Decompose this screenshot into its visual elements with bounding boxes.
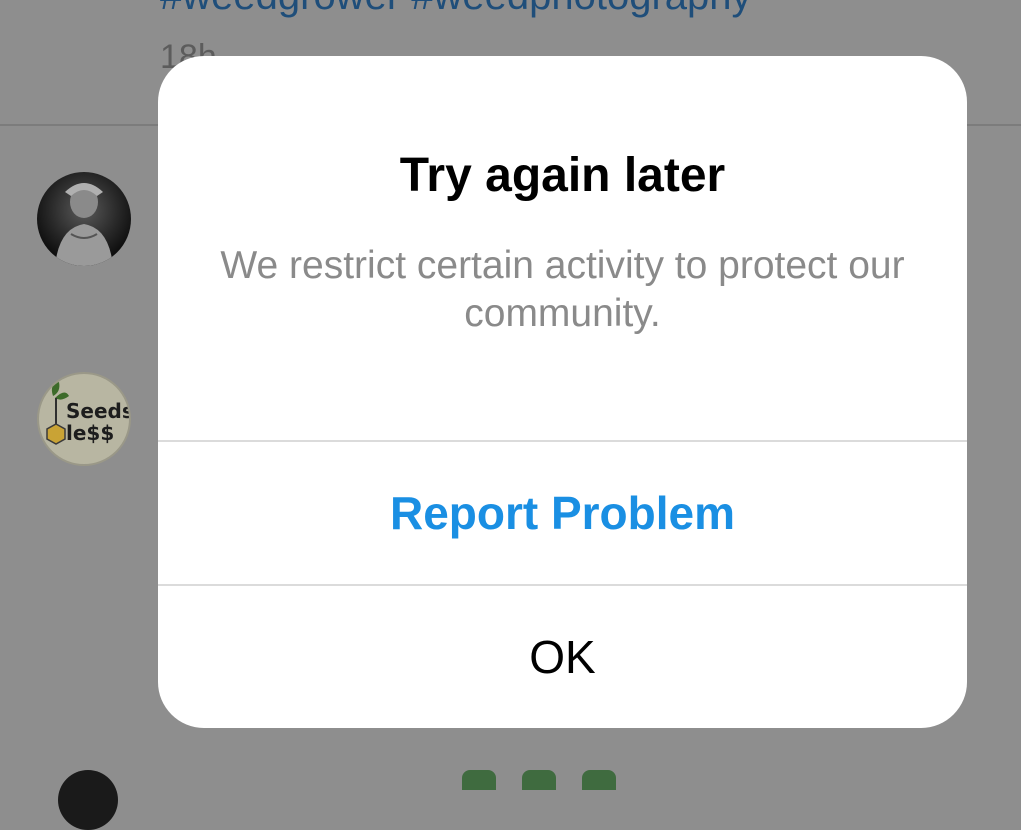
coin-emoji-icon	[582, 770, 616, 790]
seeds-logo-icon: Seeds le$$	[46, 382, 129, 445]
ok-button[interactable]: OK	[158, 586, 967, 728]
try-again-later-dialog: Try again later We restrict certain acti…	[158, 56, 967, 728]
avatar-statue[interactable]	[37, 172, 131, 266]
post-caption-hashtags[interactable]: #weedgrower #weedphotography	[160, 0, 752, 19]
statue-icon	[55, 183, 113, 266]
dialog-message: We restrict certain activity to protect …	[220, 244, 905, 335]
coin-emoji-icon	[522, 770, 556, 790]
avatar-partial[interactable]	[58, 770, 118, 830]
seeds-logo-line1: Seeds	[66, 399, 129, 423]
avatar-seeds-for-less[interactable]: Seeds le$$	[37, 372, 131, 466]
seeds-logo-line2: le$$	[66, 421, 114, 445]
coin-emoji-icon	[462, 770, 496, 790]
dialog-title: Try again later	[399, 149, 726, 202]
report-problem-button[interactable]: Report Problem	[158, 442, 967, 584]
